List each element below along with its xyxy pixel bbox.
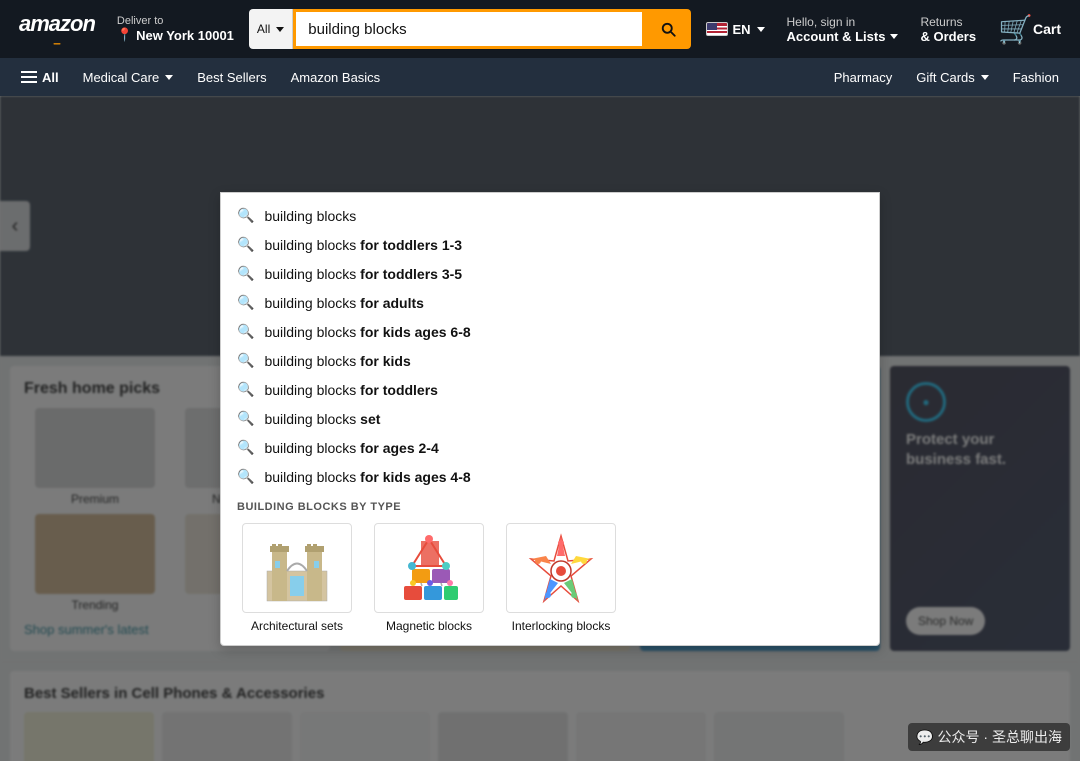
deliver-to[interactable]: Deliver to 📍 New York 10001 — [110, 10, 241, 48]
suggestion-kids-6-8[interactable]: 🔍 building blocks for kids ages 6-8 — [221, 317, 879, 346]
search-suggestion-icon: 🔍 — [237, 468, 254, 485]
cart-label: Cart — [1033, 21, 1061, 37]
nav-fashion-label: Fashion — [1013, 70, 1059, 85]
location-text: New York 10001 — [136, 28, 234, 43]
suggestion-text: building blocks for toddlers 1-3 — [264, 237, 462, 253]
medical-care-chevron-icon — [165, 75, 173, 80]
deliver-label: Deliver to — [117, 15, 234, 27]
suggestion-for-kids[interactable]: 🔍 building blocks for kids — [221, 346, 879, 375]
magnetic-label: Magnetic blocks — [386, 619, 472, 633]
lang-selector[interactable]: EN — [699, 17, 771, 42]
nav-best-sellers-label: Best Sellers — [197, 70, 266, 85]
account-chevron-icon — [890, 34, 898, 39]
amazon-logo-text: amazon — [19, 13, 95, 35]
search-dropdown: 🔍 building blocks 🔍 building blocks for … — [220, 192, 880, 646]
suggestion-for-adults[interactable]: 🔍 building blocks for adults — [221, 288, 879, 317]
nav-bar: All Medical Care Best Sellers Amazon Bas… — [0, 58, 1080, 96]
search-category-dropdown[interactable]: All — [249, 9, 293, 49]
suggestion-text: building blocks — [264, 208, 356, 224]
search-icon — [659, 20, 677, 38]
orders-label: & Orders — [920, 29, 976, 44]
search-suggestion-icon: 🔍 — [237, 381, 254, 398]
gift-cards-chevron-icon — [981, 75, 989, 80]
nav-best-sellers[interactable]: Best Sellers — [186, 63, 277, 92]
nav-gift-cards[interactable]: Gift Cards — [905, 63, 1000, 92]
suggestion-text: building blocks for kids ages 6-8 — [264, 324, 470, 340]
us-flag-icon — [706, 22, 728, 36]
category-label: All — [257, 22, 270, 36]
lang-chevron-icon — [757, 27, 765, 32]
header: amazon ̲̲̲̲̲̲ Deliver to 📍 New York 1000… — [0, 0, 1080, 58]
type-card-interlocking[interactable]: Interlocking blocks — [501, 523, 621, 633]
architectural-svg — [252, 531, 342, 606]
by-type-section: BUILDING BLOCKS BY TYPE — [221, 491, 879, 637]
suggestion-text: building blocks set — [264, 411, 380, 427]
suggestion-building-blocks[interactable]: 🔍 building blocks — [221, 201, 879, 230]
chevron-down-icon — [276, 27, 284, 32]
watermark-icon: 💬 — [916, 729, 937, 745]
interlocking-label: Interlocking blocks — [512, 619, 611, 633]
search-suggestion-icon: 🔍 — [237, 236, 254, 253]
suggestion-for-toddlers[interactable]: 🔍 building blocks for toddlers — [221, 375, 879, 404]
nav-gift-cards-label: Gift Cards — [916, 70, 975, 85]
search-suggestion-icon: 🔍 — [237, 439, 254, 456]
suggestion-text: building blocks for ages 2-4 — [264, 440, 438, 456]
amazon-logo[interactable]: amazon ̲̲̲̲̲̲ — [12, 8, 102, 50]
account-greeting: Hello, sign in — [787, 15, 899, 29]
interlocking-svg — [516, 531, 606, 606]
search-suggestion-icon: 🔍 — [237, 265, 254, 282]
architectural-card-image — [242, 523, 352, 613]
type-card-magnetic[interactable]: Magnetic blocks — [369, 523, 489, 633]
suggestion-text: building blocks for kids ages 4-8 — [264, 469, 470, 485]
suggestion-toddlers-3-5[interactable]: 🔍 building blocks for toddlers 3-5 — [221, 259, 879, 288]
watermark-text: 公众号 · 圣总聊出海 — [938, 729, 1062, 745]
type-cards-container: Architectural sets — [237, 523, 863, 633]
magnetic-card-image — [374, 523, 484, 613]
suggestion-text: building blocks for adults — [264, 295, 424, 311]
search-suggestion-icon: 🔍 — [237, 352, 254, 369]
interlocking-card-image — [506, 523, 616, 613]
watermark: 💬 公众号 · 圣总聊出海 — [908, 723, 1070, 751]
location-line: 📍 New York 10001 — [117, 27, 234, 43]
nav-amazon-basics[interactable]: Amazon Basics — [280, 63, 392, 92]
returns-orders[interactable]: Returns & Orders — [913, 10, 983, 49]
lang-label: EN — [732, 22, 750, 37]
nav-all-menu[interactable]: All — [10, 63, 70, 92]
architectural-label: Architectural sets — [251, 619, 343, 633]
suggestion-text: building blocks for toddlers 3-5 — [264, 266, 462, 282]
by-type-label: BUILDING BLOCKS BY TYPE — [237, 501, 863, 513]
suggestion-toddlers-1-3[interactable]: 🔍 building blocks for toddlers 1-3 — [221, 230, 879, 259]
search-suggestion-icon: 🔍 — [237, 323, 254, 340]
nav-medical-care[interactable]: Medical Care — [72, 63, 185, 92]
nav-fashion[interactable]: Fashion — [1002, 63, 1070, 92]
nav-pharmacy[interactable]: Pharmacy — [823, 63, 904, 92]
search-bar: All — [249, 9, 692, 49]
account-label: Account & Lists — [787, 29, 899, 44]
hamburger-icon — [21, 71, 37, 83]
magnetic-svg — [384, 531, 474, 606]
suggestion-kids-4-8[interactable]: 🔍 building blocks for kids ages 4-8 — [221, 462, 879, 491]
nav-amazon-basics-label: Amazon Basics — [291, 70, 381, 85]
cart-button[interactable]: 🛒 Cart — [991, 8, 1068, 51]
cart-icon: 🛒 — [998, 13, 1033, 46]
search-suggestion-icon: 🔍 — [237, 294, 254, 311]
search-suggestion-icon: 🔍 — [237, 207, 254, 224]
account-area[interactable]: Hello, sign in Account & Lists — [780, 10, 906, 49]
type-card-architectural[interactable]: Architectural sets — [237, 523, 357, 633]
nav-medical-care-label: Medical Care — [83, 70, 160, 85]
main-content: ‹ Fresh home picks Premium New arrivals — [0, 96, 1080, 761]
suggestion-set[interactable]: 🔍 building blocks set — [221, 404, 879, 433]
location-pin-icon: 📍 — [117, 27, 133, 43]
search-suggestion-icon: 🔍 — [237, 410, 254, 427]
search-button[interactable] — [645, 9, 691, 49]
suggestion-text: building blocks for toddlers — [264, 382, 438, 398]
suggestion-ages-2-4[interactable]: 🔍 building blocks for ages 2-4 — [221, 433, 879, 462]
nav-pharmacy-label: Pharmacy — [834, 70, 893, 85]
nav-all-label: All — [42, 70, 59, 85]
suggestion-text: building blocks for kids — [264, 353, 410, 369]
returns-label: Returns — [920, 15, 976, 29]
search-input[interactable] — [293, 9, 645, 49]
